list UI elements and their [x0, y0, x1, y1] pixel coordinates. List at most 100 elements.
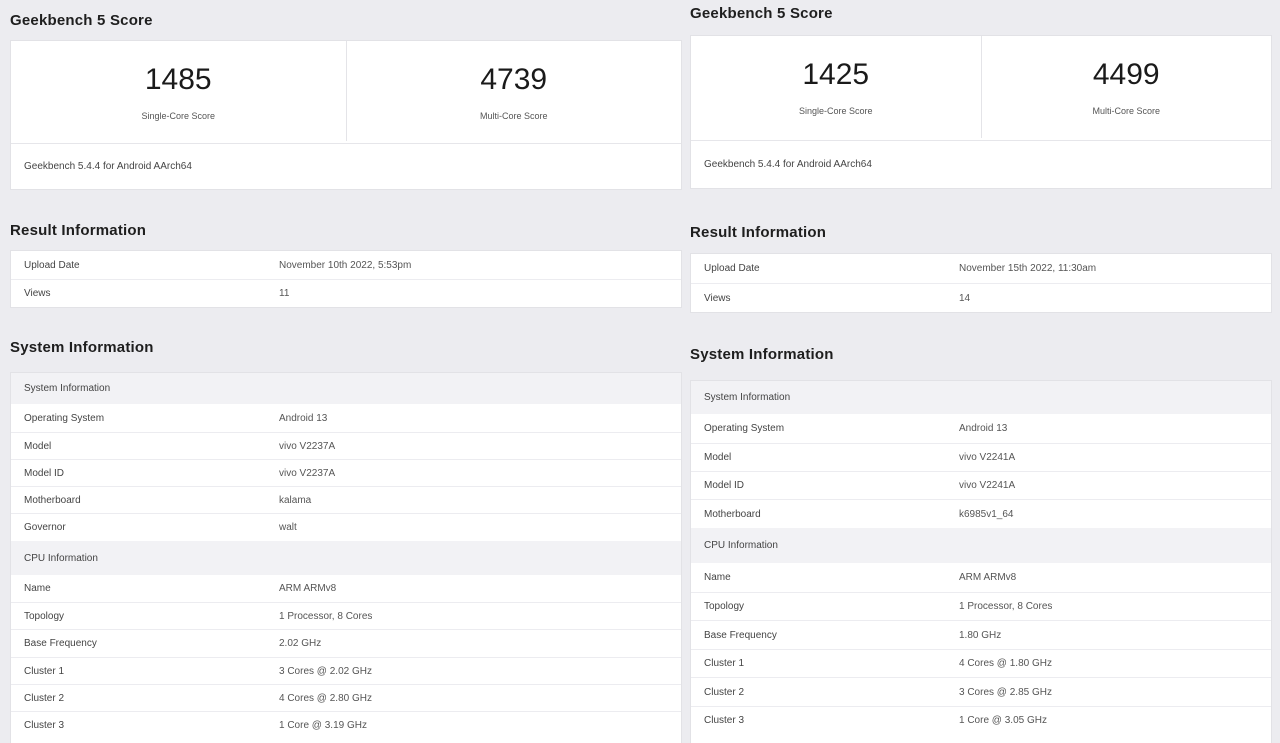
row-key: Base Frequency — [704, 629, 777, 641]
result-section-title: Result Information — [10, 222, 147, 239]
row-value: 1 Core @ 3.19 GHz — [279, 720, 367, 731]
row-value: ARM ARMv8 — [959, 572, 1017, 583]
row-value: 11 — [279, 288, 290, 299]
single-core-label: Single-Core Score — [141, 111, 216, 121]
system-row: Governor walt — [11, 513, 681, 541]
result-card: Upload Date November 10th 2022, 5:53pm V… — [10, 250, 682, 308]
row-key: Cluster 3 — [704, 715, 745, 726]
cpu-row: Base Frequency 2.02 GHz — [11, 629, 681, 657]
row-value: ARM ARMv8 — [279, 583, 337, 594]
cpu-row: Cluster 2 3 Cores @ 2.85 GHz — [691, 677, 1271, 706]
multi-core-label: Multi-Core Score — [1092, 106, 1161, 116]
row-key: Model — [24, 440, 52, 452]
multi-core-score: 4739 — [480, 63, 548, 96]
system-row: Operating System Android 13 — [691, 414, 1271, 443]
row-key: Model ID — [24, 467, 65, 479]
row-value: vivo V2241A — [959, 480, 1016, 491]
system-row: Motherboard k6985v1_64 — [691, 499, 1271, 528]
system-card: System Information Operating System Andr… — [10, 372, 682, 743]
single-core-label: Single-Core Score — [798, 106, 873, 116]
row-key: Views — [704, 292, 731, 304]
multi-core-label: Multi-Core Score — [479, 111, 548, 121]
row-key: Name — [704, 572, 731, 583]
system-row: Operating System Android 13 — [11, 404, 681, 432]
row-value: 1.80 GHz — [959, 629, 1002, 641]
row-key: Topology — [24, 610, 65, 622]
row-value: 4 Cores @ 2.80 GHz — [279, 692, 372, 704]
cpu-row: Topology 1 Processor, 8 Cores — [691, 592, 1271, 620]
multi-core-cell: 4739 Multi-Core Score — [345, 41, 682, 141]
row-key: Base Frequency — [24, 638, 97, 649]
version-line: Geekbench 5.4.4 for Android AArch64 — [11, 143, 681, 189]
row-value: 1 Processor, 8 Cores — [279, 610, 373, 622]
cpu-row: Topology 1 Processor, 8 Cores — [11, 602, 681, 629]
system-row: Model ID vivo V2237A — [11, 459, 681, 486]
row-value: vivo V2237A — [279, 467, 336, 479]
views-row: Views 14 — [691, 283, 1271, 312]
row-value: Android 13 — [279, 412, 328, 424]
result-section-title: Result Information — [690, 224, 827, 241]
row-value: kalama — [279, 494, 312, 506]
row-key: Upload Date — [24, 259, 80, 271]
score-card: 1485 Single-Core Score 4739 Multi-Core S… — [10, 40, 682, 190]
row-key: Topology — [704, 601, 745, 612]
system-row: Motherboard kalama — [11, 486, 681, 513]
row-key: Motherboard — [704, 508, 761, 520]
cpu-row: Cluster 2 4 Cores @ 2.80 GHz — [11, 684, 681, 711]
row-value: walt — [279, 522, 297, 533]
system-section-title: System Information — [690, 346, 834, 363]
row-key: Cluster 3 — [24, 720, 65, 731]
result-card: Upload Date November 15th 2022, 11:30am … — [690, 253, 1272, 313]
system-row: Model vivo V2241A — [691, 443, 1271, 471]
row-key: Cluster 1 — [704, 658, 745, 669]
system-row: Model ID vivo V2241A — [691, 471, 1271, 499]
row-key: Motherboard — [24, 494, 81, 506]
row-value: 3 Cores @ 2.02 GHz — [279, 665, 372, 677]
cpu-subhead: CPU Information — [691, 528, 1271, 563]
row-key: Name — [24, 583, 51, 594]
row-value: November 10th 2022, 5:53pm — [279, 259, 412, 271]
system-section-title: System Information — [10, 339, 154, 356]
row-key: Model — [704, 452, 732, 463]
row-key: Governor — [24, 522, 66, 533]
row-value: k6985v1_64 — [959, 508, 1014, 520]
cpu-row: Name ARM ARMv8 — [691, 563, 1271, 592]
row-value: Android 13 — [959, 423, 1008, 434]
system-card: System Information Operating System Andr… — [690, 380, 1272, 743]
cpu-row: Cluster 3 1 Core @ 3.19 GHz — [11, 711, 681, 739]
cpu-row: Cluster 3 1 Core @ 3.05 GHz — [691, 706, 1271, 734]
multi-core-score: 4499 — [1092, 58, 1160, 91]
version-line: Geekbench 5.4.4 for Android AArch64 — [691, 140, 1271, 188]
score-card: 1425 Single-Core Score 4499 Multi-Core S… — [690, 35, 1272, 189]
row-value: vivo V2237A — [279, 440, 336, 452]
row-value: vivo V2241A — [959, 452, 1016, 463]
cpu-row: Cluster 1 4 Cores @ 1.80 GHz — [691, 649, 1271, 677]
system-row: Model vivo V2237A — [11, 432, 681, 459]
row-value: 1 Core @ 3.05 GHz — [959, 715, 1047, 726]
row-key: Cluster 2 — [24, 692, 65, 704]
cpu-subhead: CPU Information — [11, 541, 681, 575]
single-core-score: 1485 — [144, 63, 212, 96]
cpu-row: Cluster 1 3 Cores @ 2.02 GHz — [11, 657, 681, 684]
cpu-row: Base Frequency 1.80 GHz — [691, 620, 1271, 649]
single-core-cell: 1425 Single-Core Score — [691, 36, 981, 138]
row-value: 2.02 GHz — [279, 638, 322, 649]
row-key: Operating System — [704, 423, 785, 434]
single-core-cell: 1485 Single-Core Score — [11, 41, 346, 141]
row-key: Upload Date — [704, 263, 760, 274]
row-value: 1 Processor, 8 Cores — [959, 601, 1053, 612]
score-section-title: Geekbench 5 Score — [10, 12, 153, 29]
row-value: 14 — [959, 292, 971, 304]
score-section-title: Geekbench 5 Score — [690, 5, 833, 22]
row-value: 4 Cores @ 1.80 GHz — [959, 658, 1052, 669]
row-key: Operating System — [24, 412, 105, 424]
cpu-row: Name ARM ARMv8 — [11, 575, 681, 602]
single-core-score: 1425 — [802, 58, 870, 91]
row-value: 3 Cores @ 2.85 GHz — [959, 686, 1052, 698]
upload-date-row: Upload Date November 15th 2022, 11:30am — [691, 254, 1271, 283]
row-key: Views — [24, 288, 51, 299]
system-subhead: System Information — [11, 373, 681, 404]
upload-date-row: Upload Date November 10th 2022, 5:53pm — [11, 251, 681, 279]
views-row: Views 11 — [11, 279, 681, 307]
multi-core-cell: 4499 Multi-Core Score — [980, 36, 1272, 138]
